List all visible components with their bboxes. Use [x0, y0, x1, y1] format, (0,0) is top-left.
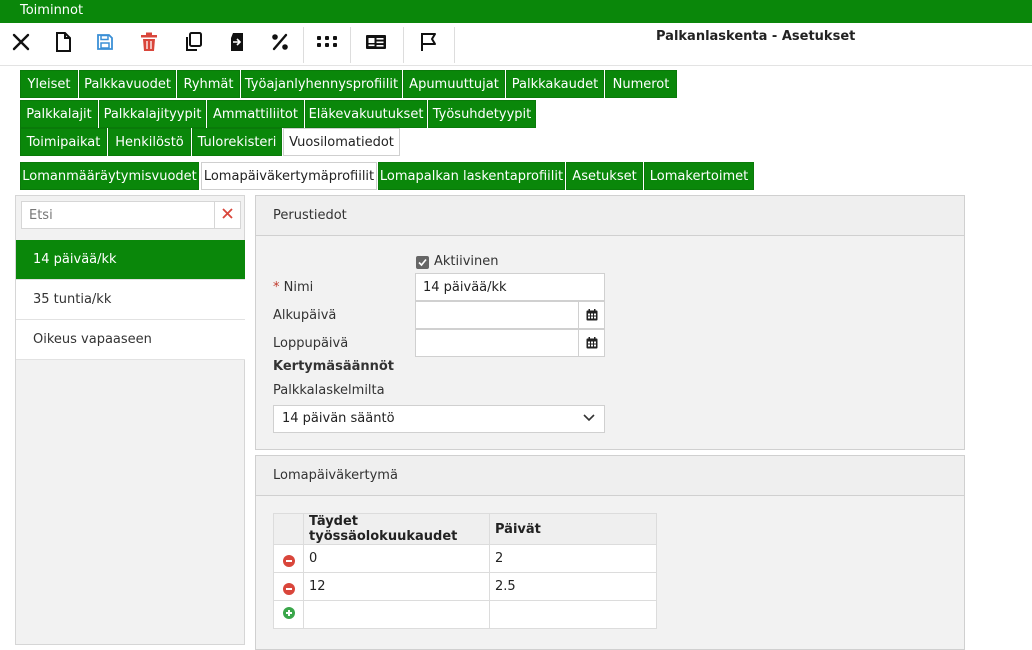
tab-ammattiliitot[interactable]: Ammattiliitot [207, 100, 304, 128]
search-input[interactable] [22, 202, 214, 228]
start-date-label: Alkupäivä [273, 308, 337, 323]
tab-tulorekisteri[interactable]: Tulorekisteri [192, 128, 282, 156]
tab-toimipaikat[interactable]: Toimipaikat [20, 128, 107, 156]
list-item[interactable]: 14 päivää/kk [16, 240, 245, 280]
delete-icon [140, 32, 158, 56]
save-icon [96, 33, 114, 55]
menu-toiminnot[interactable]: Toiminnot [20, 3, 83, 18]
id-card-button[interactable] [355, 23, 397, 65]
tab-henkilosto[interactable]: Henkilöstö [108, 128, 191, 156]
profile-list-panel: 14 päivää/kk 35 tuntia/kk Oikeus vapaase… [15, 195, 245, 645]
save-button[interactable] [84, 23, 126, 65]
calendar-icon [586, 337, 597, 349]
remove-row-icon[interactable] [282, 554, 295, 567]
start-date-field[interactable] [415, 301, 605, 329]
tab-palkkalajit[interactable]: Palkkalajit [20, 100, 98, 128]
transfer-button[interactable] [216, 23, 258, 65]
tab-tyosuhdetyypit[interactable]: Työsuhdetyypit [428, 100, 536, 128]
chevron-down-icon [583, 406, 595, 432]
tab-lomapalkan-laskentaprofiilit[interactable]: Lomapalkan laskentaprofiilit [378, 162, 565, 190]
tab-palkkavuodet[interactable]: Palkkavuodet [79, 70, 176, 98]
table-cell-months-new[interactable] [303, 600, 490, 629]
grid-button[interactable] [306, 23, 348, 65]
remove-row-icon[interactable] [282, 582, 295, 595]
copy-icon [185, 32, 203, 56]
name-label: * Nimi [273, 280, 314, 295]
id-card-icon [365, 34, 387, 54]
end-date-picker-button[interactable] [578, 330, 604, 356]
tab-yleiset[interactable]: Yleiset [20, 70, 78, 98]
tab-asetukset[interactable]: Asetukset [566, 162, 643, 190]
table-header-months: Täydet työssäolokuukaudet [303, 513, 490, 545]
tab-palkkalajityypit[interactable]: Palkkalajityypit [99, 100, 206, 128]
clear-search-button[interactable] [214, 202, 240, 228]
table-cell-days[interactable]: 2.5 [489, 572, 657, 601]
name-input[interactable] [416, 274, 604, 300]
accrual-table: Täydet työssäolokuukaudet Päivät 0 2 12 … [273, 513, 657, 629]
panel-heading: Perustiedot [256, 196, 964, 236]
tab-lomanmaaraytymisvuodet[interactable]: Lomanmääräytymisvuodet [20, 162, 199, 190]
table-row-new [273, 600, 657, 629]
table-cell-months[interactable]: 12 [303, 572, 490, 601]
copy-button[interactable] [173, 23, 215, 65]
tab-numerot[interactable]: Numerot [605, 70, 677, 98]
check-icon [418, 258, 427, 267]
list-item[interactable]: Oikeus vapaaseen [16, 320, 245, 360]
toolbar: Palkanlaskenta - Asetukset [0, 23, 1032, 66]
end-date-field[interactable] [415, 329, 605, 357]
start-date-input[interactable] [416, 302, 578, 328]
flag-icon [419, 32, 437, 56]
table-cell-days-new[interactable] [489, 600, 657, 629]
accrual-rule-value: 14 päivän sääntö [282, 411, 395, 426]
calendar-icon [586, 309, 597, 321]
delete-button[interactable] [128, 23, 170, 65]
tab-apumuuttujat[interactable]: Apumuuttujat [403, 70, 505, 98]
active-checkbox[interactable] [416, 256, 429, 269]
basic-info-panel: Perustiedot Aktiivinen * Nimi Alkupäivä … [255, 195, 965, 450]
end-date-label: Loppupäivä [273, 336, 349, 351]
panel-heading: Lomapäiväkertymä [256, 456, 964, 496]
percent-button[interactable] [259, 23, 301, 65]
menu-bar[interactable]: Toiminnot [0, 0, 1032, 23]
table-header-actions [273, 513, 304, 545]
table-header-row: Täydet työssäolokuukaudet Päivät [273, 513, 657, 545]
accrual-panel: Lomapäiväkertymä Täydet työssäolokuukaud… [255, 455, 965, 650]
table-row: 0 2 [273, 544, 657, 573]
list-item[interactable]: 35 tuntia/kk [16, 280, 245, 320]
tab-lomakertoimet[interactable]: Lomakertoimet [644, 162, 754, 190]
payslips-label: Palkkalaskelmilta [273, 383, 385, 398]
tab-ryhmat[interactable]: Ryhmät [177, 70, 240, 98]
tab-lomapaivakertymaprofiilit[interactable]: Lomapäiväkertymäprofiilit [201, 162, 377, 190]
new-document-icon [55, 32, 71, 56]
tab-elakevakuutukset[interactable]: Eläkevakuutukset [305, 100, 427, 128]
tab-vuosilomatiedot[interactable]: Vuosilomatiedot [283, 128, 400, 156]
search-box [21, 201, 241, 229]
start-date-picker-button[interactable] [578, 302, 604, 328]
new-button[interactable] [42, 23, 84, 65]
close-icon [12, 33, 30, 55]
table-header-days: Päivät [489, 513, 657, 545]
table-cell-months[interactable]: 0 [303, 544, 490, 573]
name-field[interactable] [415, 273, 605, 301]
table-row: 12 2.5 [273, 572, 657, 601]
accrual-rule-select[interactable]: 14 päivän sääntö [273, 405, 605, 433]
rules-heading: Kertymäsäännöt [273, 359, 395, 374]
end-date-input[interactable] [416, 330, 578, 356]
tab-palkkakaudet[interactable]: Palkkakaudet [506, 70, 604, 98]
transfer-icon [228, 32, 246, 56]
grid-dots-icon [317, 36, 337, 52]
tab-tyoajanlyhennysprofiilit[interactable]: Työajanlyhennysprofiilit [241, 70, 402, 98]
page-title: Palkanlaskenta - Asetukset [656, 29, 856, 44]
active-label: Aktiivinen [434, 254, 499, 269]
clear-icon [222, 207, 233, 223]
percent-icon [271, 33, 289, 55]
flag-button[interactable] [407, 23, 449, 65]
add-row-icon[interactable] [282, 606, 295, 619]
table-cell-days[interactable]: 2 [489, 544, 657, 573]
close-button[interactable] [0, 23, 42, 65]
